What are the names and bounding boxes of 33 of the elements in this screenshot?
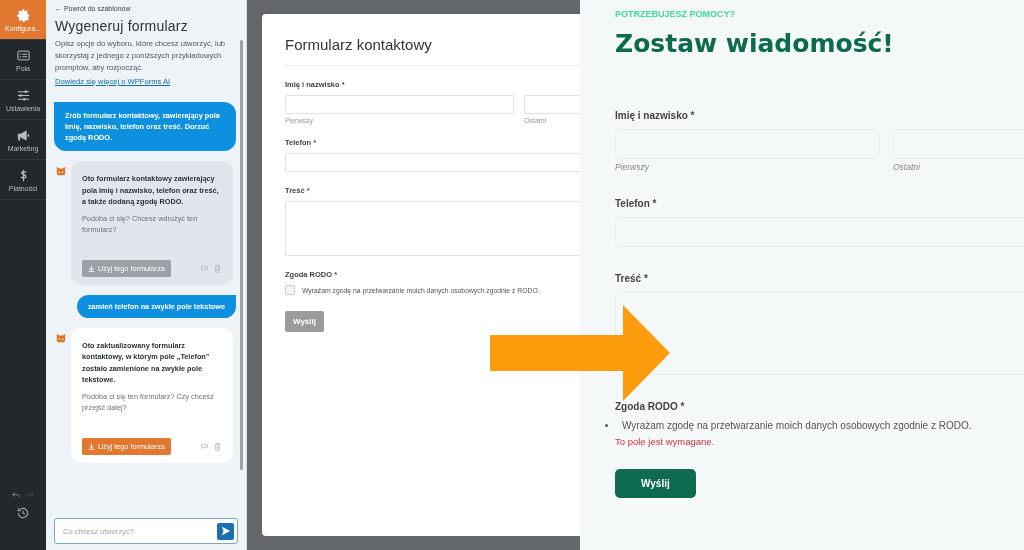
download-icon bbox=[88, 442, 95, 450]
submit-button[interactable]: Wyślij bbox=[615, 469, 696, 498]
undo-icon[interactable] bbox=[11, 490, 21, 500]
send-icon bbox=[220, 526, 231, 536]
field-sublabel: Ostatni bbox=[893, 162, 921, 172]
trash-icon[interactable] bbox=[213, 441, 222, 451]
download-icon bbox=[88, 264, 95, 272]
trash-icon[interactable] bbox=[213, 263, 222, 273]
settings-icon bbox=[15, 7, 31, 23]
send-button[interactable] bbox=[217, 522, 234, 540]
field-label: Telefon * bbox=[615, 198, 657, 209]
field-label: Treść * bbox=[615, 273, 648, 284]
page-heading: Zostaw wiadomość! bbox=[615, 29, 895, 58]
history-icon[interactable] bbox=[16, 506, 30, 520]
error-message: To pole jest wymagane. bbox=[615, 436, 716, 447]
text-field[interactable] bbox=[285, 153, 580, 172]
textarea-field[interactable] bbox=[285, 201, 580, 256]
bullet-icon bbox=[605, 424, 608, 427]
field-label: Zgoda RODO * bbox=[615, 401, 685, 412]
field-label: Imię i nazwisko * bbox=[615, 110, 695, 121]
list-icon bbox=[15, 47, 31, 63]
form-title: Formularz kontaktowy bbox=[285, 36, 433, 53]
redo-icon[interactable] bbox=[25, 490, 35, 500]
consent-text: Wyrażam zgodę na przetwarzanie moich danych osobowych zgodnie z RODO. bbox=[622, 420, 972, 431]
bot-avatar-icon bbox=[55, 331, 67, 344]
first-name-field[interactable] bbox=[285, 95, 514, 114]
eyebrow-text: POTRZEBUJESZ POMOCY? bbox=[615, 9, 736, 19]
bot-avatar-icon bbox=[55, 165, 67, 177]
panel-title: Wygeneruj formularz bbox=[55, 18, 189, 34]
checkbox[interactable] bbox=[285, 285, 295, 295]
feedback-icon[interactable] bbox=[200, 441, 209, 451]
field-sublabel: Pierwszy bbox=[615, 162, 651, 172]
feedback-icon[interactable] bbox=[200, 263, 209, 273]
